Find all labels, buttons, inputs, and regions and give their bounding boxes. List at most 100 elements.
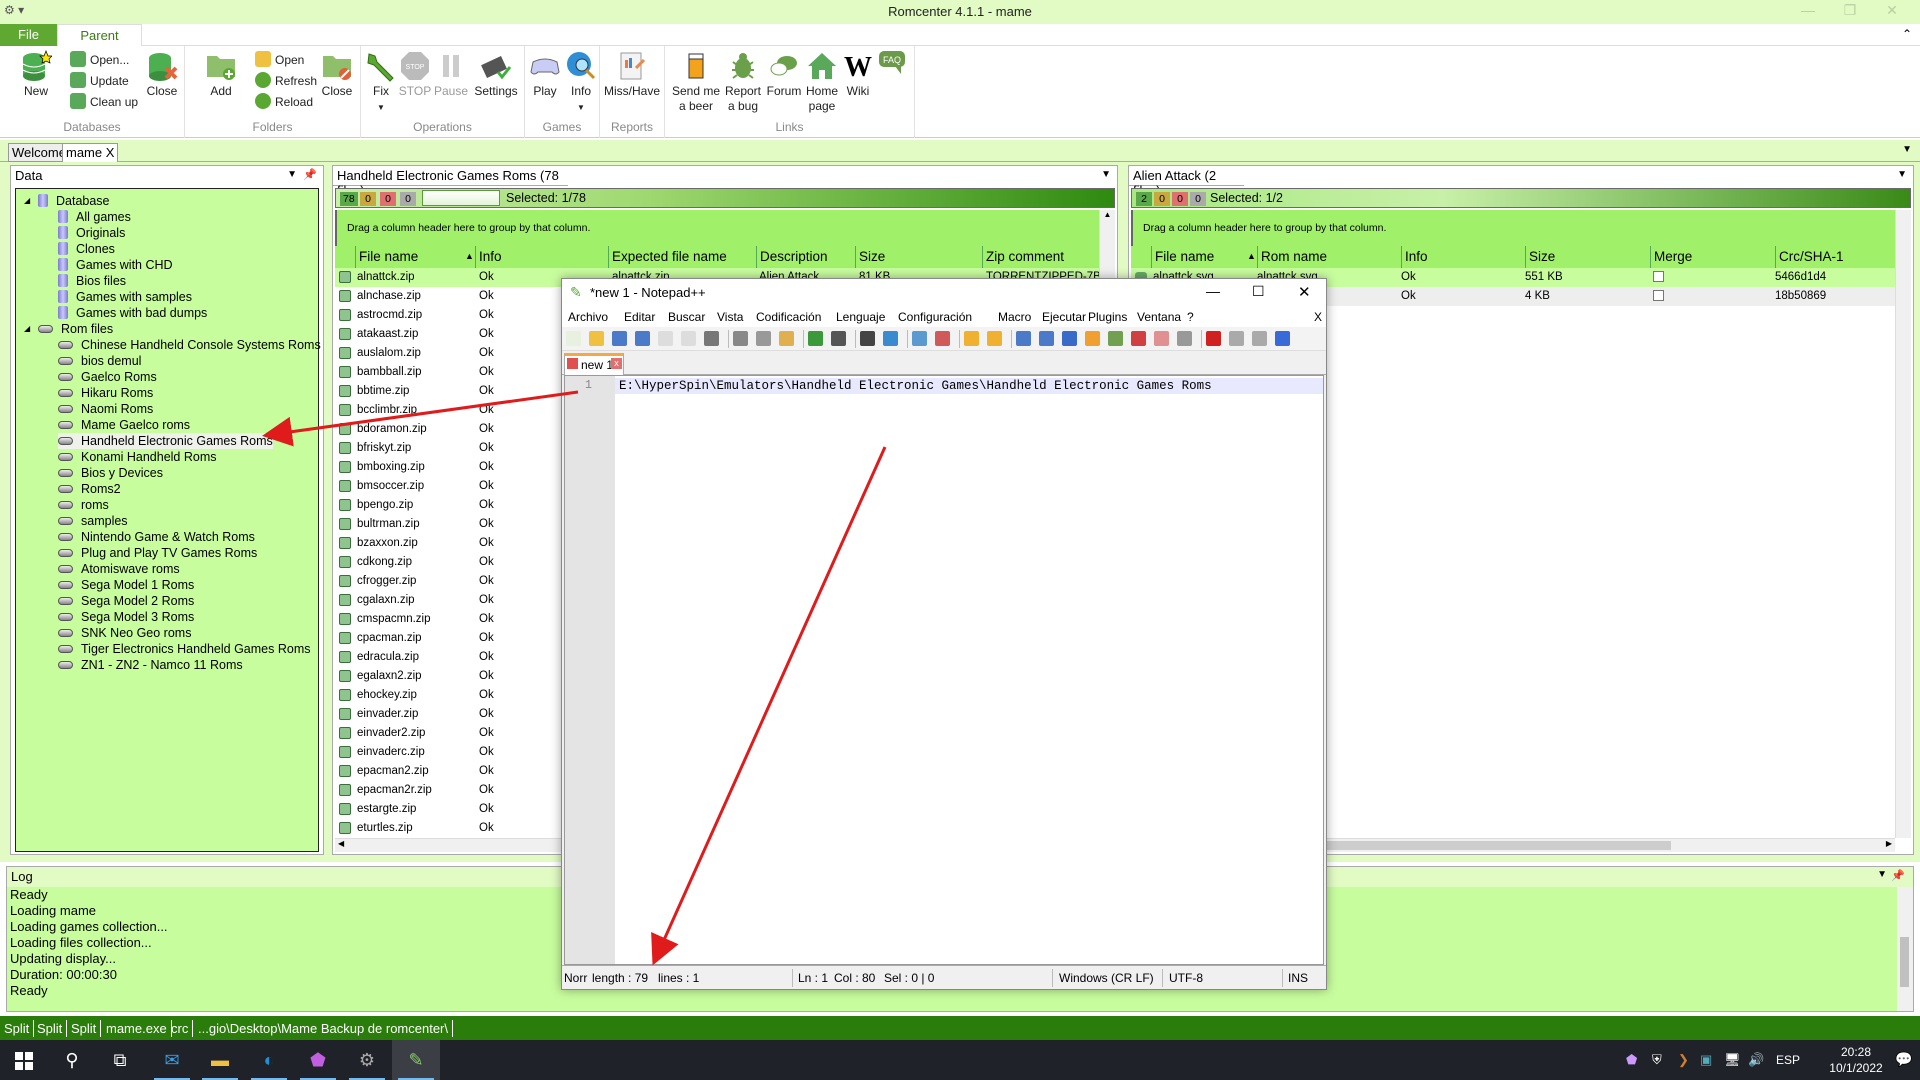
close-all-icon[interactable] [681,331,696,346]
menu-lenguaje[interactable]: Lenguaje [836,310,885,324]
play-button[interactable]: Play [527,50,563,99]
filter-input[interactable] [422,190,500,206]
new-icon[interactable] [566,331,581,346]
pin-icon[interactable]: 📌 [303,168,317,181]
tree-item[interactable]: Bios y Devices [58,465,163,481]
log-dropdown-icon[interactable]: ▼ [1877,869,1887,880]
refresh-folder-button[interactable]: Refresh [255,71,317,91]
wiki-button[interactable]: W Wiki [841,50,875,99]
tree-item[interactable]: Gaelco Roms [58,369,157,385]
menu-ejecutar[interactable]: Ejecutar [1042,310,1086,324]
taskbar-explorer[interactable]: ▬ [196,1040,244,1080]
column-header[interactable]: Zip comment [982,246,1064,268]
detail-column-header[interactable]: Crc/SHA-1 [1775,246,1844,268]
close-tab-icon[interactable]: x [611,358,622,369]
reload-folder-button[interactable]: Reload [255,92,313,112]
log-scrollbar[interactable] [1897,887,1913,1011]
menu-editar[interactable]: Editar [624,310,655,324]
paste-icon[interactable] [779,331,794,346]
detail-panel-tab[interactable]: Alien Attack (2 files) [1129,166,1244,198]
sync-v-icon[interactable] [964,331,979,346]
language-indicator[interactable]: ESP [1776,1053,1800,1067]
tree-item[interactable]: roms [58,497,109,513]
print-icon[interactable] [704,331,719,346]
tree-item[interactable]: Tiger Electronics Handheld Games Roms [58,641,311,657]
notifications-icon[interactable]: 💬 [1895,1051,1912,1068]
report-bug-button[interactable]: Report a bug [721,50,765,114]
word-wrap-icon[interactable] [1016,331,1031,346]
sync-h-icon[interactable] [987,331,1002,346]
tray-app-icon[interactable]: ⬟ [1626,1052,1637,1068]
cut-icon[interactable] [733,331,748,346]
tree-item[interactable]: Chinese Handheld Console Systems Roms [58,337,321,353]
tree-item[interactable]: Naomi Roms [58,401,153,417]
tree-item[interactable]: Sega Model 3 Roms [58,609,194,625]
tabs-dropdown-icon[interactable]: ▼ [1902,144,1912,155]
detail-group-by-area[interactable]: Drag a column header here to group by th… [1131,210,1895,246]
taskbar-mail[interactable]: ✉ [148,1040,196,1080]
security-icon[interactable]: ⛨ [1652,1052,1662,1068]
run-macro-icon[interactable] [1275,331,1290,346]
zoom-in-icon[interactable] [912,331,927,346]
tree-item[interactable]: Atomiswave roms [58,561,180,577]
save-all-icon[interactable] [635,331,650,346]
merge-checkbox[interactable] [1653,271,1664,282]
restore-button[interactable]: ❐ [1830,2,1870,22]
save-icon[interactable] [612,331,627,346]
detail-column-header[interactable]: File name [1151,246,1214,268]
map-icon[interactable] [1108,331,1123,346]
indent-guide-icon[interactable] [1062,331,1077,346]
replace-icon[interactable] [883,331,898,346]
tree-item[interactable]: Games with CHD [58,257,173,273]
collapse-ribbon-icon[interactable]: ⌃ [1902,27,1912,41]
record-macro-icon[interactable] [1206,331,1221,346]
open-folder-button[interactable]: Open [255,50,304,70]
menu-archivo[interactable]: Archivo [568,310,608,324]
tab-mame[interactable]: mame X [62,143,119,162]
notepadpp-maximize[interactable]: ☐ [1252,283,1265,300]
tree-item[interactable]: Sega Model 2 Roms [58,593,194,609]
lang-icon[interactable] [1085,331,1100,346]
menu-plugins[interactable]: Plugins [1088,310,1127,324]
tray-network-app-icon[interactable]: ▣ [1700,1052,1712,1068]
tab-welcome[interactable]: Welcome [8,143,70,162]
detail-column-header[interactable]: Merge [1650,246,1692,268]
open-database-button[interactable]: Open... [70,50,129,70]
merge-checkbox[interactable] [1653,290,1664,301]
menu-buscar[interactable]: Buscar [668,310,705,324]
detail-column-header[interactable]: Size [1525,246,1555,268]
notepadpp-minimize[interactable]: — [1206,283,1220,299]
tree-item[interactable]: Roms2 [58,481,121,497]
tree-toggle-rom-files[interactable]: ◢ [24,321,30,337]
send-beer-button[interactable]: Send me a beer [671,50,721,114]
tree-item[interactable]: Konami Handheld Roms [58,449,217,465]
search-button[interactable]: ⚲ [48,1040,96,1080]
menu-codificacin[interactable]: Codificación [756,310,821,324]
info-button[interactable]: Info ▼ [563,50,599,115]
notepadpp-tab-new1[interactable]: new 1 x [564,353,624,375]
faq-button[interactable]: FAQ [875,48,911,82]
close-tab-icon[interactable]: X [106,145,115,160]
close-database-button[interactable]: Close [140,50,184,99]
show-hidden-icons[interactable]: ❯ [1678,1052,1689,1068]
taskbar-notepadpp[interactable]: ✎ [392,1040,440,1080]
close-folder-button[interactable]: Close [315,50,359,99]
column-header[interactable]: Description [756,246,828,268]
tree-item[interactable]: Clones [58,241,115,257]
tab-file[interactable]: File [0,24,57,46]
group-by-area[interactable]: Drag a column header here to group by th… [335,210,1099,246]
undo-icon[interactable] [808,331,823,346]
detail-panel-menu-icon[interactable]: ▼ [1897,169,1907,180]
miss-have-button[interactable]: Miss/Have [602,50,662,99]
menu-vista[interactable]: Vista [717,310,743,324]
redo-icon[interactable] [831,331,846,346]
tree-node-rom-files[interactable]: Rom files [38,321,113,337]
tree-item[interactable]: Nintendo Game & Watch Roms [58,529,255,545]
notepadpp-close[interactable]: ✕ [1298,283,1311,301]
menu-?[interactable]: ? [1187,310,1194,324]
update-database-button[interactable]: Update [70,71,129,91]
tree-node-database[interactable]: Database [38,193,110,209]
tree-item[interactable]: SNK Neo Geo roms [58,625,191,641]
column-header[interactable]: File name [355,246,418,268]
log-pin-icon[interactable]: 📌 [1891,869,1905,882]
